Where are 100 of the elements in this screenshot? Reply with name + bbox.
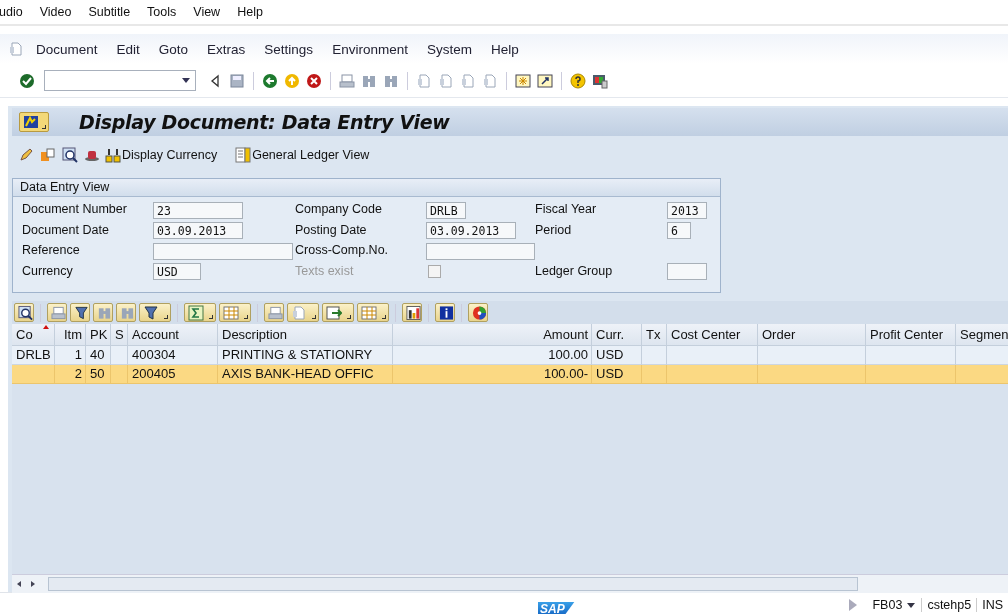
menu-item[interactable]: Document <box>36 41 98 57</box>
table-cell: USD <box>596 366 624 381</box>
column-header[interactable]: Account <box>128 324 218 346</box>
dropdown-icon[interactable] <box>182 78 190 83</box>
input-field[interactable] <box>667 263 707 281</box>
table-cell: PRINTING & STATIONRY <box>222 347 373 362</box>
system-name: cstehp5 <box>921 598 977 612</box>
field-label: Posting Date <box>295 221 368 239</box>
documents-icon[interactable] <box>39 146 57 164</box>
column-header[interactable]: Tx <box>642 324 667 346</box>
toolbar-button[interactable]: Display Currency <box>105 147 218 163</box>
expand-icon[interactable] <box>849 599 858 611</box>
table-cell: 1 <box>74 347 82 362</box>
cancel-icon[interactable] <box>305 71 323 90</box>
menu-item[interactable]: View <box>193 5 231 19</box>
table-row[interactable]: DRLB 1 40 400304 PRINTING & STATIONRY 100.00 USD <box>12 346 1008 365</box>
filter-icon[interactable] <box>139 303 171 322</box>
column-header[interactable]: Order <box>758 324 866 346</box>
column-header[interactable]: Amount <box>393 324 592 346</box>
sum-icon[interactable] <box>184 303 216 322</box>
input-field[interactable]: USD <box>153 263 201 281</box>
menu-item[interactable]: Extras <box>207 41 246 57</box>
table-cell: 100.00- <box>543 366 588 381</box>
dropdown-icon[interactable] <box>907 602 916 608</box>
sap-logo: SAP <box>538 601 575 614</box>
table-cell: USD <box>596 347 624 362</box>
color-wheel-icon[interactable] <box>468 303 488 322</box>
field-label: Ledger Group <box>535 262 614 280</box>
table-cell: 400304 <box>132 347 176 362</box>
table-cell: 50 <box>90 366 105 381</box>
coins-icon <box>105 147 121 163</box>
table-cell: 2 <box>74 366 82 381</box>
column-header[interactable]: Curr. <box>592 324 642 346</box>
page-icon[interactable] <box>415 71 433 90</box>
column-header[interactable]: Co <box>12 324 55 346</box>
page-icon[interactable] <box>437 71 455 90</box>
menu-item[interactable]: Video <box>39 5 82 19</box>
menu-item[interactable]: Edit <box>116 41 140 57</box>
field-label: Cross-Comp.No. <box>295 242 390 259</box>
page-icon[interactable] <box>287 303 319 322</box>
menu-item[interactable]: Help <box>490 41 519 57</box>
toolbar-button[interactable]: General Ledger View <box>235 147 370 163</box>
table-icon[interactable] <box>357 303 389 322</box>
scroll-right-icon[interactable] <box>31 581 35 587</box>
input-field[interactable]: 2013 <box>667 201 707 219</box>
field-label: Currency <box>22 262 74 280</box>
printer-icon[interactable] <box>338 71 356 90</box>
input-field[interactable]: 6 <box>667 222 691 240</box>
help-icon[interactable] <box>569 71 587 90</box>
transaction-code[interactable]: FB03 <box>867 598 908 612</box>
input-field[interactable]: 03.09.2013 <box>426 222 516 240</box>
input-field[interactable]: DRLB <box>426 201 466 219</box>
pencil-icon[interactable] <box>17 146 35 164</box>
magnifier-icon[interactable] <box>61 146 79 164</box>
input-field[interactable] <box>426 242 535 260</box>
screen-title: Display Document: Data Entry View <box>79 111 450 133</box>
page-icon[interactable] <box>481 71 499 90</box>
printer-icon[interactable] <box>264 303 284 322</box>
sort-indicator-icon <box>43 325 49 329</box>
back-icon[interactable] <box>261 71 279 90</box>
table-row[interactable]: 2 50 200405 AXIS BANK-HEAD OFFIC 100.00- USD <box>12 365 1008 384</box>
magnifier-icon[interactable] <box>14 303 34 322</box>
field-label: Reference <box>22 242 81 259</box>
menu-icon[interactable] <box>8 41 24 57</box>
column-header[interactable]: Segmen <box>956 324 1008 346</box>
info-icon[interactable] <box>435 303 455 322</box>
menu-item[interactable]: Settings <box>264 41 314 57</box>
menu-item[interactable]: Tools <box>147 5 187 19</box>
menu-item[interactable]: Goto <box>158 41 189 57</box>
column-header[interactable]: Description <box>218 324 393 346</box>
table-icon[interactable] <box>219 303 251 322</box>
input-field[interactable]: 03.09.2013 <box>153 222 243 240</box>
command-field[interactable] <box>44 70 196 91</box>
table-cell: DRLB <box>16 347 51 362</box>
filter-icon[interactable] <box>70 303 90 322</box>
menu-item[interactable]: Help <box>237 5 273 19</box>
check-icon[interactable] <box>18 71 36 90</box>
export-icon[interactable] <box>322 303 354 322</box>
column-header[interactable]: Profit Center <box>866 324 956 346</box>
column-header[interactable]: S <box>111 324 128 346</box>
column-header[interactable]: PK <box>86 324 111 346</box>
menu-item[interactable]: System <box>426 41 472 57</box>
column-header[interactable]: Itm <box>55 324 86 346</box>
menu-button[interactable] <box>19 112 49 132</box>
menu-item[interactable]: Environment <box>332 41 408 57</box>
input-mode: INS <box>976 598 1008 612</box>
chart-icon[interactable] <box>402 303 422 322</box>
menu-item[interactable]: Subtitle <box>88 5 141 19</box>
group-title: Data Entry View <box>13 179 720 197</box>
input-field[interactable] <box>153 242 293 260</box>
input-field[interactable]: 23 <box>153 201 243 219</box>
table-cell: AXIS BANK-HEAD OFFIC <box>222 366 374 381</box>
field-label: Document Number <box>22 201 128 218</box>
field-label: Company Code <box>295 201 383 218</box>
column-header[interactable]: Cost Center <box>667 324 758 346</box>
scrollbar[interactable] <box>12 574 1008 593</box>
ledger-icon <box>235 147 252 163</box>
scroll-left-icon[interactable] <box>17 581 21 587</box>
page-icon[interactable] <box>459 71 477 90</box>
menu-item[interactable]: udio <box>0 5 33 19</box>
